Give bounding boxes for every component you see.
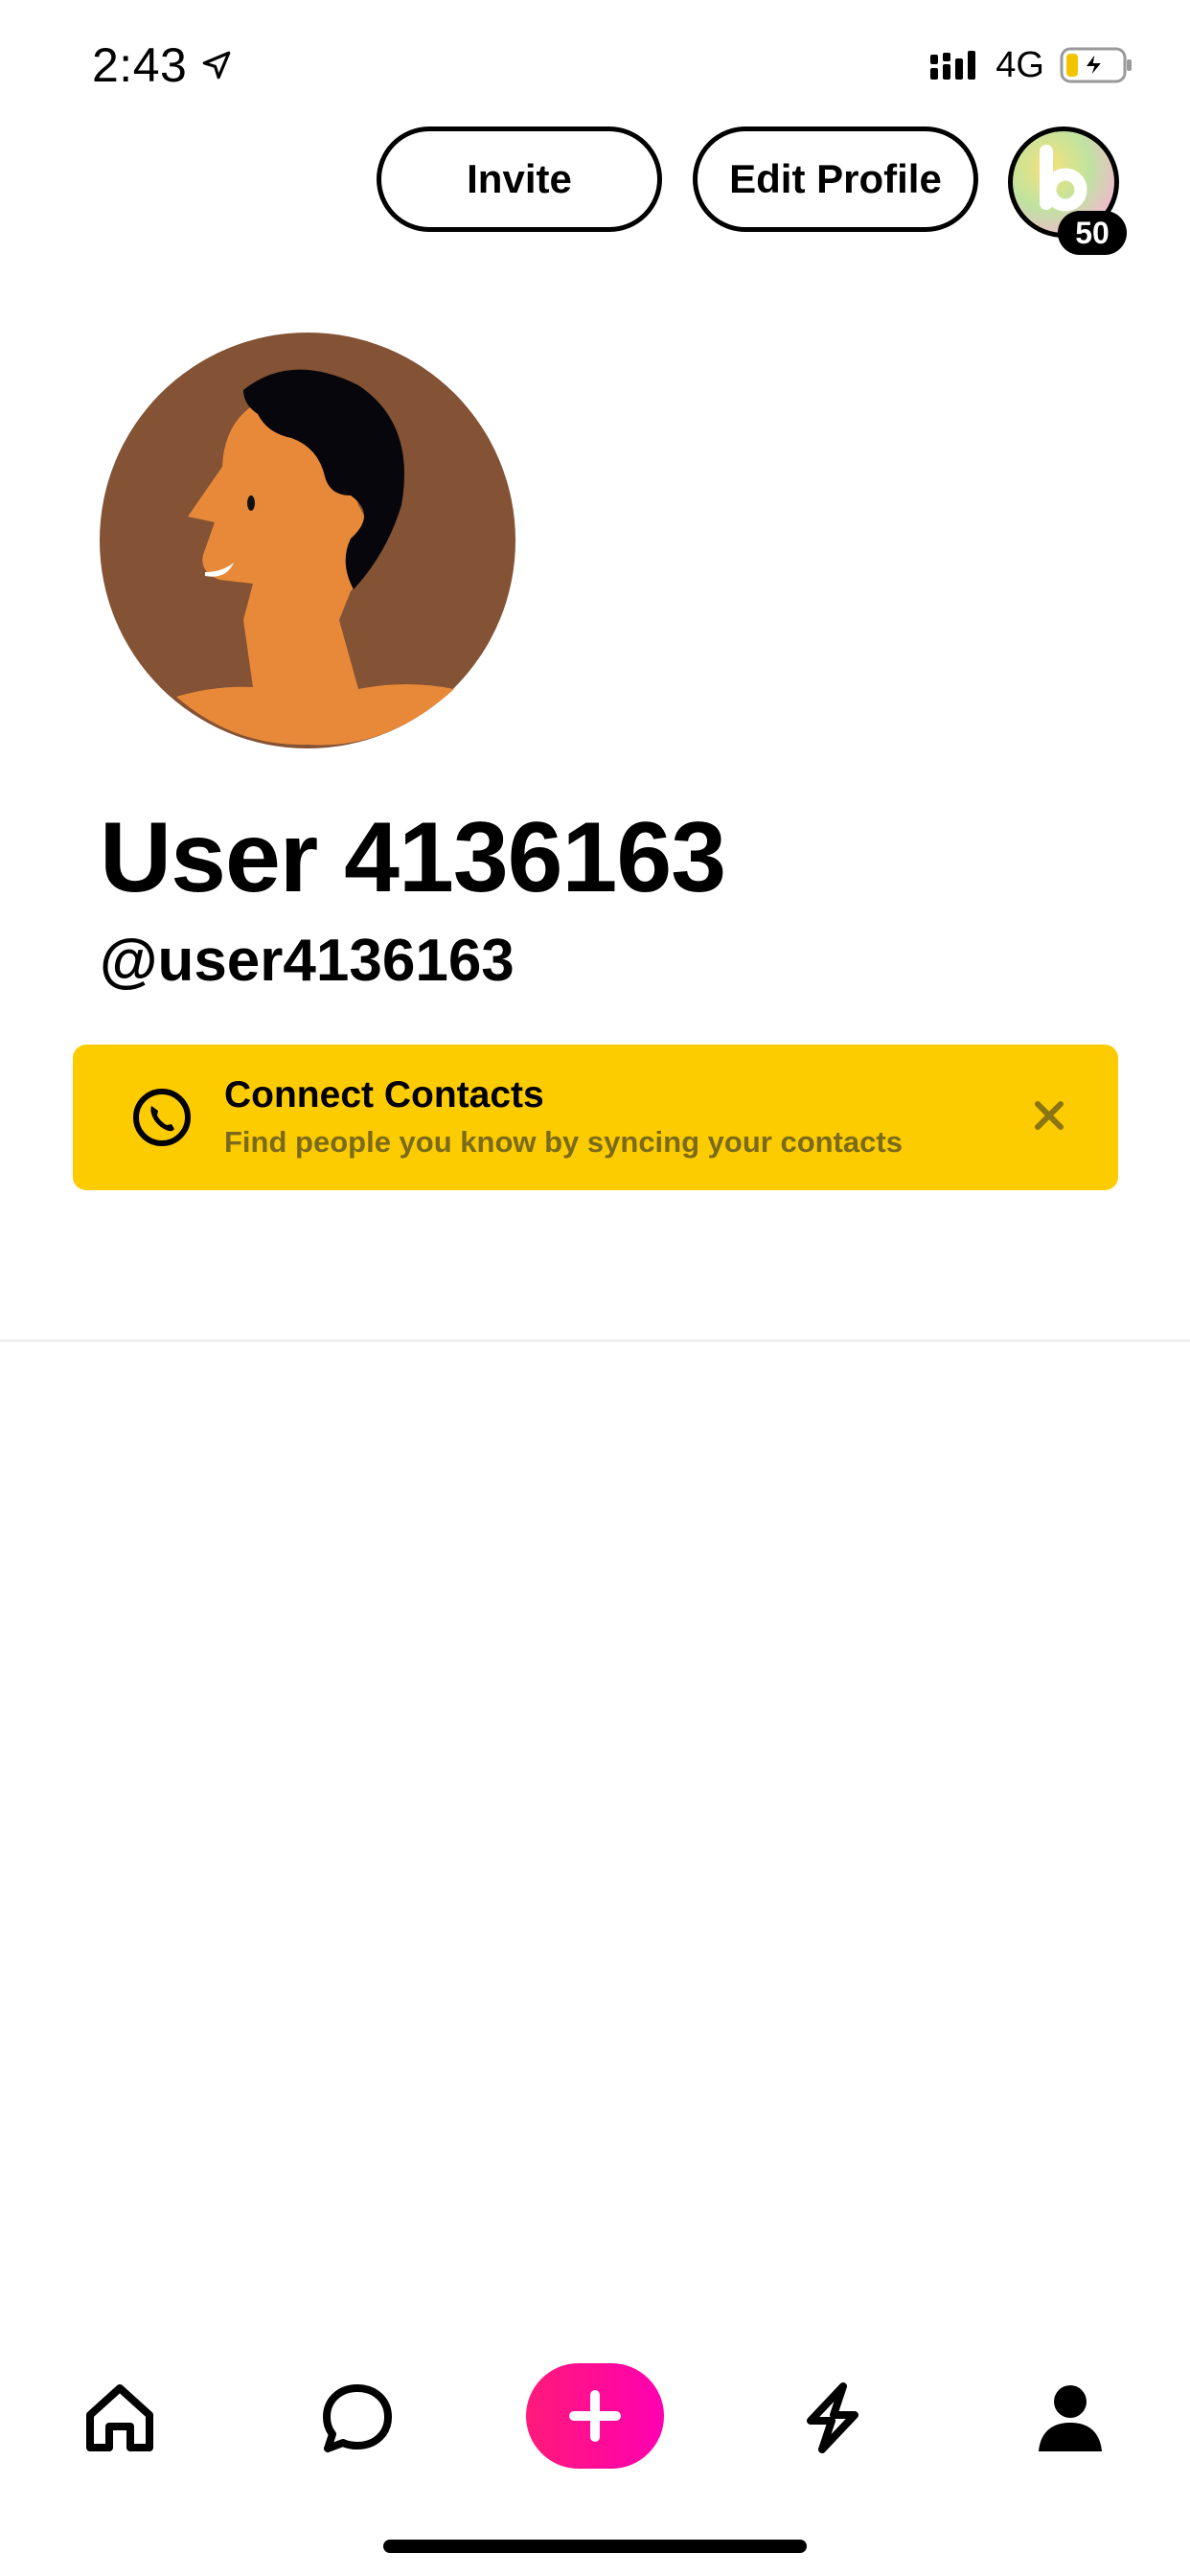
lightning-icon (807, 2382, 858, 2453)
username-handle: @user4136163 (100, 928, 515, 994)
connect-contacts-banner[interactable]: Connect Contacts Find people you know by… (73, 1045, 1118, 1190)
nav-profile[interactable] (1027, 2365, 1113, 2471)
section-divider (0, 1340, 1190, 1342)
b-logo-icon (1040, 145, 1087, 212)
battery-charging-icon (1060, 47, 1132, 83)
display-name: User 4136163 (100, 802, 726, 913)
phone-icon (133, 1089, 191, 1146)
nav-activity[interactable] (790, 2365, 876, 2471)
edit-profile-button[interactable]: Edit Profile (693, 126, 978, 232)
plus-icon (569, 2390, 621, 2442)
profile-icon (1039, 2385, 1102, 2451)
nav-chat[interactable] (314, 2365, 400, 2471)
banner-subtitle: Find people you know by syncing your con… (224, 1125, 903, 1159)
chat-icon (323, 2384, 392, 2452)
close-icon[interactable] (1028, 1094, 1070, 1137)
invite-button[interactable]: Invite (377, 126, 662, 232)
score-button[interactable]: 50 (1008, 126, 1127, 255)
status-time: 2:43 (92, 36, 233, 94)
home-icon (86, 2384, 153, 2451)
nav-home[interactable] (77, 2365, 163, 2471)
status-indicators: 4G (928, 40, 1134, 90)
location-arrow-icon (203, 51, 231, 80)
score-badge: 50 (1058, 211, 1127, 255)
create-button[interactable] (526, 2363, 664, 2469)
avatar[interactable] (100, 333, 515, 748)
network-type: 4G (995, 45, 1044, 85)
banner-title: Connect Contacts (224, 1074, 544, 1116)
home-indicator[interactable] (383, 2540, 807, 2553)
signal-icon (930, 51, 976, 80)
